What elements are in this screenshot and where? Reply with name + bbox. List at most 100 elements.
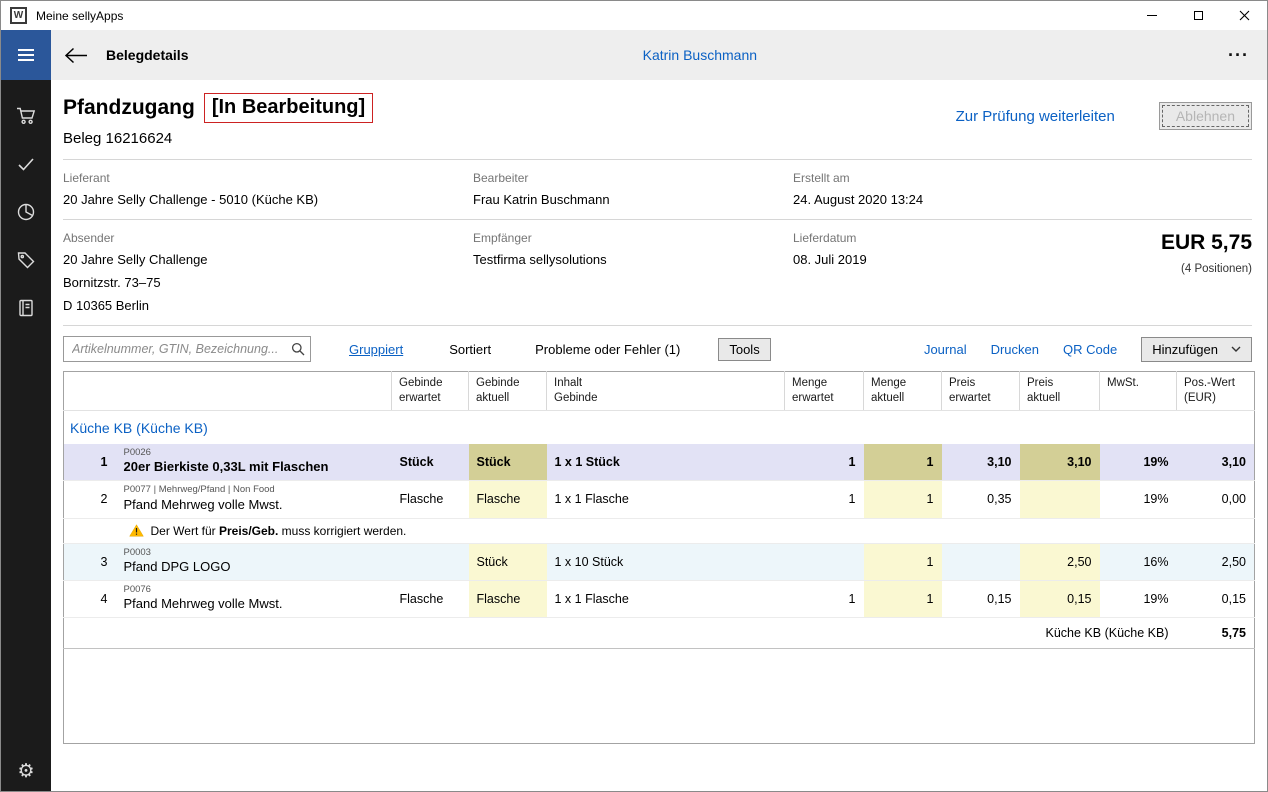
article-name: Pfand Mehrweg volle Mwst.: [123, 596, 283, 612]
sidebar-item-offers[interactable]: [1, 236, 51, 284]
mwst-cell: 19%: [1099, 443, 1177, 482]
article-name: Pfand DPG LOGO: [123, 558, 231, 574]
minimize-button[interactable]: [1129, 1, 1175, 30]
table-row[interactable]: 2 P0077 | Mehrweg/Pfand | Non Food Pfand …: [63, 480, 1255, 519]
toggle-probleme-fehler[interactable]: Probleme oder Fehler (1): [535, 342, 680, 357]
menge-aktuell-cell[interactable]: 1: [863, 580, 942, 619]
menu-button[interactable]: [1, 30, 51, 80]
toggle-gruppiert[interactable]: Gruppiert: [349, 342, 403, 357]
inhalt-gebinde-cell: 1 x 1 Flasche: [546, 480, 785, 519]
sidebar-item-tasks[interactable]: [1, 140, 51, 188]
tools-button[interactable]: Tools: [718, 337, 771, 361]
back-button[interactable]: [64, 47, 89, 64]
search-input[interactable]: [63, 336, 311, 362]
field-value: 20 Jahre Selly Challenge - 5010 (Küche K…: [63, 192, 319, 207]
field-label: Lieferdatum: [793, 231, 857, 245]
column-header-mwst[interactable]: MwSt.: [1099, 371, 1177, 411]
field-label: Absender: [63, 231, 115, 245]
field-lieferdatum: Lieferdatum 08. Juli 2019: [793, 231, 1093, 313]
warning-icon: [128, 524, 144, 537]
reject-button[interactable]: Ablehnen: [1158, 102, 1252, 130]
minimize-icon: [1147, 15, 1157, 16]
column-header-menge-aktuell[interactable]: Menge aktuell: [863, 371, 942, 411]
row-number: 1: [63, 443, 116, 482]
article-cell: P0076 Pfand Mehrweg volle Mwst.: [115, 580, 392, 619]
article-name: 20er Bierkiste 0,33L mit Flaschen: [123, 459, 329, 475]
forward-for-review-button[interactable]: Zur Prüfung weiterleiten: [956, 108, 1115, 125]
more-options-button[interactable]: ···: [1228, 46, 1249, 64]
gebinde-aktuell-cell[interactable]: Stück: [468, 543, 547, 581]
article-code: P0026: [123, 446, 151, 458]
table-row[interactable]: 3 P0003 Pfand DPG LOGO Stück 1 x 10 Stück…: [63, 543, 1255, 581]
gebinde-aktuell-cell[interactable]: Flasche: [468, 480, 547, 519]
pie-chart-icon: [17, 203, 35, 221]
row-number: 2: [63, 480, 116, 519]
field-label: Bearbeiter: [473, 171, 529, 185]
settings-gear-icon: ⚙: [17, 761, 35, 782]
sidebar-item-cart[interactable]: [1, 92, 51, 140]
window-titlebar: W Meine sellyApps: [1, 1, 1267, 30]
gebinde-erwartet-cell: [391, 543, 469, 581]
column-header-menge-erwartet[interactable]: Menge erwartet: [784, 371, 864, 411]
article-name: Pfand Mehrweg volle Mwst.: [123, 496, 283, 512]
group-footer-row: Küche KB (Küche KB) 5,75: [63, 617, 1255, 650]
journal-book-icon: [19, 299, 33, 317]
field-value: 20 Jahre Selly Challenge: [63, 252, 208, 267]
field-lieferant: Lieferant 20 Jahre Selly Challenge - 501…: [63, 171, 473, 207]
app-logo-icon: W: [10, 7, 27, 24]
field-empfaenger: Empfänger Testfirma sellysolutions: [473, 231, 793, 313]
qr-code-link[interactable]: QR Code: [1063, 342, 1117, 357]
app-window: W Meine sellyApps Belegdetails Katrin Bu…: [0, 0, 1268, 792]
gebinde-erwartet-cell: Stück: [391, 443, 469, 482]
field-value: 24. August 2020 13:24: [793, 192, 924, 207]
row-number: 4: [63, 580, 116, 619]
column-header-preis-aktuell[interactable]: Preis aktuell: [1019, 371, 1100, 411]
field-value: 08. Juli 2019: [793, 252, 867, 267]
maximize-icon: [1193, 11, 1203, 20]
preis-aktuell-cell[interactable]: 3,10: [1019, 443, 1100, 482]
main-content: Pfandzugang [In Bearbeitung] Beleg 16216…: [51, 80, 1267, 791]
menge-aktuell-cell[interactable]: 1: [863, 443, 942, 482]
preis-aktuell-cell[interactable]: 2,50: [1019, 543, 1100, 581]
gebinde-aktuell-cell[interactable]: Flasche: [468, 580, 547, 619]
group-header-row[interactable]: Küche KB (Küche KB): [64, 410, 1255, 444]
column-header-preis-erwartet[interactable]: Preis erwartet: [941, 371, 1020, 411]
current-user-link[interactable]: Katrin Buschmann: [643, 47, 757, 63]
sidebar-item-statistics[interactable]: [1, 188, 51, 236]
search-icon[interactable]: [291, 342, 305, 361]
column-header-inhalt-gebinde[interactable]: Inhalt Gebinde: [546, 371, 785, 411]
sidebar-item-journal[interactable]: [1, 284, 51, 332]
preis-aktuell-cell[interactable]: [1019, 480, 1100, 519]
drucken-link[interactable]: Drucken: [991, 342, 1039, 357]
toggle-sortiert[interactable]: Sortiert: [449, 342, 491, 357]
column-header-pos-wert[interactable]: Pos.-Wert (EUR): [1176, 371, 1255, 411]
table-row[interactable]: 1 P0026 20er Bierkiste 0,33L mit Flaschen…: [63, 443, 1255, 482]
article-code: P0076: [123, 583, 151, 595]
preis-aktuell-cell[interactable]: 0,15: [1019, 580, 1100, 619]
journal-link[interactable]: Journal: [924, 342, 967, 357]
menge-erwartet-cell: 1: [784, 580, 864, 619]
menge-aktuell-cell[interactable]: 1: [863, 480, 942, 519]
close-button[interactable]: [1221, 1, 1267, 30]
gebinde-aktuell-cell[interactable]: Stück: [468, 443, 547, 482]
hinzufuegen-button[interactable]: Hinzufügen: [1141, 336, 1252, 362]
validation-warning-row: Der Wert für Preis/Geb. muss korrigiert …: [63, 518, 1255, 544]
field-label: Erstellt am: [793, 171, 850, 185]
sidebar-item-settings[interactable]: ⚙: [1, 760, 51, 783]
positions-count: (4 Positionen): [1181, 263, 1252, 275]
warning-text: Der Wert für Preis/Geb. muss korrigiert …: [150, 523, 407, 538]
article-code: P0003: [123, 546, 151, 558]
field-bearbeiter: Bearbeiter Frau Katrin Buschmann: [473, 171, 793, 207]
column-header-gebinde-erwartet[interactable]: Gebinde erwartet: [391, 371, 469, 411]
menge-aktuell-cell[interactable]: 1: [863, 543, 942, 581]
document-number: Beleg 16216624: [63, 130, 173, 147]
table-row[interactable]: 4 P0076 Pfand Mehrweg volle Mwst. Flasche…: [63, 580, 1255, 619]
menge-erwartet-cell: 1: [784, 480, 864, 519]
pos-wert-cell: 0,15: [1176, 580, 1255, 619]
maximize-button[interactable]: [1175, 1, 1221, 30]
total-amount: EUR 5,75: [1160, 231, 1252, 254]
page-title: Belegdetails: [106, 47, 189, 63]
row-number: 3: [63, 543, 116, 581]
hinzufuegen-label: Hinzufügen: [1152, 341, 1218, 357]
column-header-gebinde-aktuell[interactable]: Gebinde aktuell: [468, 371, 547, 411]
